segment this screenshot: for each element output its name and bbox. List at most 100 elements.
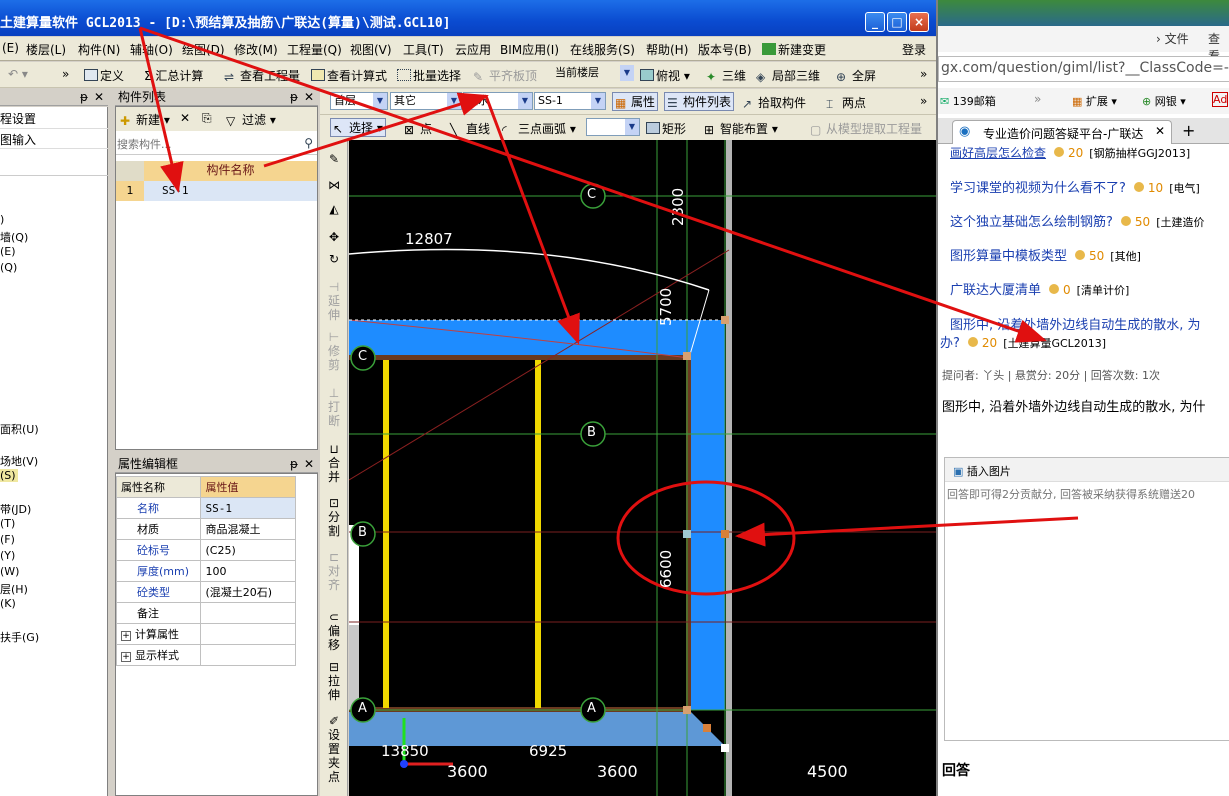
type-select[interactable]: 散水 ▼ [463, 92, 533, 110]
answer-textarea[interactable] [947, 486, 1228, 736]
menu-help[interactable]: 帮助(H) [646, 41, 688, 58]
table-row[interactable]: 厚度(mm) 100 [115, 560, 296, 582]
view-quantity-button[interactable]: ⇌ 查看工程量 [224, 67, 300, 84]
move-icon[interactable]: ✥ [326, 230, 342, 244]
property-value[interactable]: 100 [200, 560, 296, 582]
property-value[interactable]: (混凝土20石) [200, 581, 296, 603]
close-icon[interactable]: ✕ [304, 457, 314, 472]
extract-quantity-button[interactable]: ▢ 从模型提取工程量 [810, 120, 922, 137]
grip-handle[interactable] [721, 744, 729, 752]
delete-icon[interactable]: ✕ [180, 111, 190, 125]
top-view-button[interactable]: 俯视 ▾ [640, 67, 690, 84]
menu-view[interactable]: 视图(V) [350, 41, 392, 58]
property-value[interactable] [200, 602, 296, 624]
filter-button[interactable]: ▽ 过滤 ▾ [226, 111, 276, 128]
nav-item[interactable]: (F) [0, 533, 15, 546]
component-name-column-header[interactable]: 构件名称 [144, 161, 317, 181]
pin-icon[interactable]: ᵽ [290, 457, 298, 472]
component-list-button[interactable]: ☰ 构件列表 [664, 92, 735, 111]
grip-handle[interactable] [683, 706, 691, 714]
align-tool[interactable]: ⊏ 对齐 [326, 550, 342, 592]
extend-tool[interactable]: ⊣ 延伸 [326, 280, 342, 322]
table-row[interactable]: 砼类型 (混凝土20石) [115, 581, 296, 603]
question-item[interactable]: 画好高层怎么检查 20 [钢筋抽样GGJ2013] [950, 144, 1190, 161]
expand-icon[interactable]: + [121, 652, 131, 662]
trim-tool[interactable]: ⊢ 修剪 [326, 330, 342, 372]
grip-tool[interactable]: ✐ 设置夹点 [326, 714, 342, 784]
nav-item[interactable]: (Q) [0, 261, 17, 274]
select-tool-button[interactable]: ↖ 选择 ▾ [330, 118, 386, 137]
nav-item-selected[interactable]: (S) [0, 469, 18, 482]
minimize-button[interactable]: _ [865, 12, 885, 32]
grip-handle[interactable] [703, 724, 711, 732]
new-tab-button[interactable]: + [1182, 121, 1195, 140]
table-row[interactable]: 1 SS-1 [116, 181, 317, 201]
table-row[interactable]: + 显示样式 [115, 644, 296, 666]
menu-aux-axis[interactable]: 辅轴(O) [130, 41, 173, 58]
close-icon[interactable]: ✕ [304, 90, 314, 105]
nav-item[interactable]: (Y) [0, 549, 15, 562]
batch-select-button[interactable]: 批量选择 [397, 67, 461, 84]
bookmark-mail[interactable]: ✉ 139邮箱 [940, 93, 996, 109]
pin-icon[interactable]: ᵽ [80, 90, 88, 105]
menu-bim[interactable]: BIM应用(I) [500, 41, 559, 58]
question-item[interactable]: 广联达大厦清单 0 [清单计价] [950, 279, 1129, 298]
menu-component[interactable]: 构件(N) [78, 41, 120, 58]
menu-quantity[interactable]: 工程量(Q) [287, 41, 342, 58]
question-item[interactable]: 图形中, 沿着外墙外边线自动生成的散水, 为 [950, 314, 1201, 333]
nav-header-item-drawing-input[interactable]: 图输入 [0, 131, 108, 149]
nav-item[interactable]: ) [0, 213, 4, 226]
overflow-icon-2[interactable]: » [920, 67, 927, 81]
address-bar[interactable]: gx.com/question/giml/list?__ClassCode=-1… [938, 56, 1229, 82]
nav-item[interactable]: (K) [0, 597, 16, 610]
menu-modify[interactable]: 修改(M) [234, 41, 278, 58]
tab-active[interactable]: ◉ 专业造价问题答疑平台-广联达 ✕ [952, 120, 1172, 144]
property-group[interactable]: + 显示样式 [115, 644, 202, 666]
rotate-icon[interactable]: ↻ [326, 252, 342, 266]
bank-button[interactable]: ⊕ 网银 ▾ [1142, 93, 1186, 109]
nav-item[interactable]: 墙(Q) [0, 229, 28, 245]
smart-layout-button[interactable]: ⊞ 智能布置 ▾ [704, 120, 778, 137]
properties-button[interactable]: ▦ 属性 [612, 92, 659, 111]
menu-floor[interactable]: 楼层(L) [26, 41, 66, 58]
nav-header-item-project-settings[interactable]: 程设置 [0, 109, 108, 129]
question-item-cont[interactable]: 办? 20 [土建算量GCL2013] [940, 332, 1106, 351]
fullscreen-button[interactable]: ⊕ 全屏 [836, 67, 876, 84]
arc-tool-button[interactable]: ◜ 三点画弧 ▾ [502, 120, 576, 137]
floor-select[interactable]: 首层 ▼ [330, 92, 388, 110]
grip-handle[interactable] [721, 530, 729, 538]
insert-image-button[interactable]: ▣ 插入图片 [953, 463, 1011, 479]
question-item[interactable]: 学习课堂的视频为什么看不了? 10 [电气] [950, 177, 1200, 196]
browser-file-menu[interactable]: › 文件 [1156, 30, 1189, 47]
property-value[interactable]: (C25) [200, 539, 296, 561]
table-row[interactable]: + 计算属性 [115, 623, 296, 645]
flush-slab-button[interactable]: ✎ 平齐板顶 [473, 67, 537, 84]
maximize-button[interactable]: □ [887, 12, 907, 32]
summary-calc-button[interactable]: Σ 汇总计算 [144, 67, 203, 84]
search-icon[interactable]: ⚲ [304, 136, 313, 150]
nav-item[interactable]: (E) [0, 245, 16, 258]
break-tool[interactable]: ⊥ 打断 [326, 386, 342, 428]
property-value[interactable]: SS-1 [200, 497, 296, 519]
pick-component-button[interactable]: ↗ 拾取构件 [742, 94, 806, 111]
property-value[interactable]: 商品混凝土 [200, 518, 296, 540]
question-item[interactable]: 图形算量中模板类型 50 [其他] [950, 245, 1141, 264]
3d-button[interactable]: ✦ 三维 [706, 67, 746, 84]
nav-item[interactable]: (T) [0, 517, 15, 530]
point-tool-button[interactable]: ⊠ 点 [404, 120, 432, 137]
mirror-icon[interactable]: ⋈ [326, 178, 342, 192]
nav-item[interactable]: 层(H) [0, 581, 28, 597]
table-row[interactable]: 备注 [115, 602, 296, 624]
define-button[interactable]: 定义 [84, 67, 124, 84]
grip-handle[interactable] [721, 316, 729, 324]
two-point-button[interactable]: ⌶ 两点 [826, 94, 866, 111]
table-row[interactable]: 材质 商品混凝土 [115, 518, 296, 540]
rectangle-tool-button[interactable]: 矩形 [646, 120, 686, 137]
menu-login[interactable]: 登录 [902, 41, 926, 58]
stretch-tool[interactable]: ⊟ 拉伸 [326, 660, 342, 702]
table-row[interactable]: 砼标号 (C25) [115, 539, 296, 561]
split-tool[interactable]: ⊡ 分割 [326, 496, 342, 538]
offset-tool[interactable]: ⊂ 偏移 [326, 610, 342, 652]
menu-cloud[interactable]: 云应用 [455, 41, 491, 58]
overflow-icon[interactable]: » [1034, 92, 1041, 106]
